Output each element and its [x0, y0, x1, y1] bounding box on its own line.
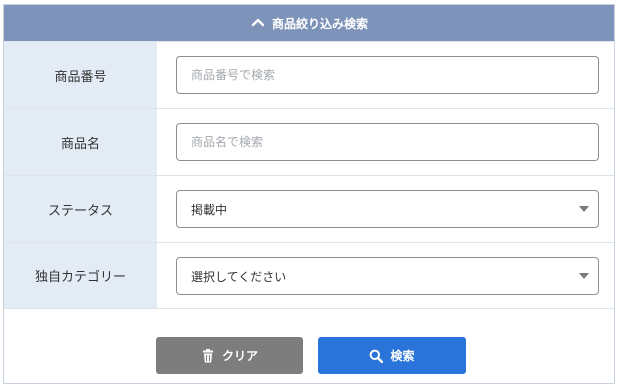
row-status: ステータス 掲載中 — [4, 175, 614, 242]
product-name-input[interactable] — [176, 123, 599, 161]
clear-button-label: クリア — [221, 349, 258, 363]
product-filter-panel: 商品絞り込み検索 商品番号 商品名 ステータス 掲載中 独自カテゴリー 選択して… — [3, 4, 615, 384]
category-select[interactable]: 選択してください — [176, 257, 599, 295]
status-label: ステータス — [4, 176, 157, 242]
clear-button[interactable]: クリア — [156, 337, 303, 374]
filter-title: 商品絞り込み検索 — [271, 16, 368, 31]
search-button-label: 検索 — [390, 349, 415, 363]
product-number-label: 商品番号 — [4, 42, 157, 108]
caret-down-icon — [579, 206, 589, 212]
category-selected-value: 選択してください — [191, 269, 287, 284]
search-icon — [369, 349, 384, 363]
status-selected-value: 掲載中 — [191, 202, 228, 217]
product-number-input[interactable] — [176, 56, 599, 94]
search-button[interactable]: 検索 — [318, 337, 466, 374]
status-select[interactable]: 掲載中 — [176, 190, 599, 228]
trash-icon — [201, 348, 215, 363]
row-category: 独自カテゴリー 選択してください — [4, 242, 614, 309]
row-product-number: 商品番号 — [4, 41, 614, 108]
row-product-name: 商品名 — [4, 108, 614, 175]
product-name-label: 商品名 — [4, 109, 157, 175]
chevron-up-icon — [250, 15, 266, 31]
caret-down-icon — [579, 273, 589, 279]
filter-header-toggle[interactable]: 商品絞り込み検索 — [4, 5, 614, 41]
category-label: 独自カテゴリー — [4, 243, 157, 308]
